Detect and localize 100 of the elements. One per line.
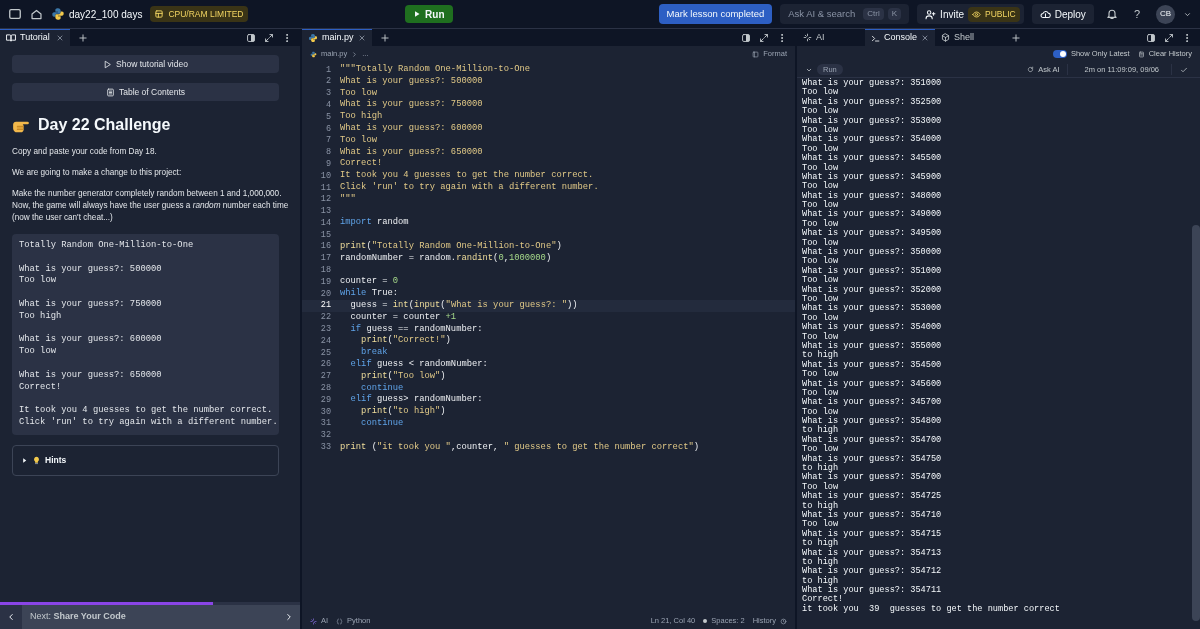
user-avatar[interactable]: CB <box>1156 4 1175 24</box>
code-line: Too high <box>340 111 383 123</box>
output-line: Too low <box>802 388 840 398</box>
split-view-icon[interactable] <box>246 32 256 43</box>
home-icon[interactable] <box>30 7 43 21</box>
code-line: print ("it took you ",counter, " guesses to get the number correct") <box>340 441 699 454</box>
expand-icon[interactable] <box>759 32 769 43</box>
mark-completed-button[interactable]: Mark lesson completed <box>658 4 773 24</box>
output-line: Too low <box>802 276 840 286</box>
line-number: 18 <box>319 264 332 277</box>
sidebar-toggle-icon[interactable] <box>8 7 22 21</box>
code-line: What is your guess?: 650000 <box>340 146 483 159</box>
output-line: What is your guess?: 354713 <box>802 548 943 558</box>
project-name[interactable]: day22_100 days <box>69 6 143 22</box>
chevron-left-icon <box>6 612 16 622</box>
line-number: 4 <box>324 98 332 112</box>
output-line: What is your guess?: 348000 <box>802 191 943 201</box>
chevron-right-icon <box>351 50 359 58</box>
output-line: What is your guess?: 354000 <box>802 323 943 333</box>
scrollbar-thumb[interactable] <box>1192 225 1200 621</box>
invite-button[interactable]: Invite <box>925 6 964 22</box>
line-number: 3 <box>324 87 332 100</box>
output-line: Too low <box>802 407 840 417</box>
output-line: What is your guess?: 354711 <box>802 586 943 596</box>
toggle-switch[interactable] <box>1052 50 1067 58</box>
code-line: elif guess> randomNumber: <box>349 394 483 406</box>
pane-tab[interactable]: AI <box>797 29 865 46</box>
split-view-icon[interactable] <box>741 32 751 43</box>
triangle-icon <box>21 456 28 464</box>
code-line: """Totally Random One-Million-to-One <box>340 64 531 76</box>
check-icon <box>1180 65 1188 74</box>
output-line: What is your guess?: 349000 <box>802 210 943 220</box>
pane-tab[interactable]: Shell <box>935 29 1003 46</box>
plus-icon[interactable] <box>78 32 88 43</box>
close-icon[interactable] <box>56 34 64 42</box>
line-number: 11 <box>319 181 332 195</box>
cube-icon <box>941 33 950 42</box>
output-line: Too low <box>802 295 840 304</box>
challenge-heading: Day 22 Challenge <box>38 115 171 135</box>
pane-tab[interactable]: main.py <box>302 29 372 46</box>
bell-icon[interactable] <box>1105 8 1118 20</box>
line-number: 1 <box>324 63 332 77</box>
line-number: 12 <box>319 193 332 207</box>
output-line: Too low <box>802 88 840 98</box>
plus-icon[interactable] <box>1011 32 1021 43</box>
code-line: What is your guess?: 750000 <box>19 299 163 311</box>
line-number: 13 <box>319 205 332 218</box>
code-line: Click 'run' to try again with a different number. <box>340 181 599 194</box>
code-line: Correct! <box>19 381 63 394</box>
person-plus-icon <box>925 8 937 20</box>
help-button[interactable]: ? <box>1129 5 1144 23</box>
pane-tab[interactable]: Tutorial <box>0 29 70 46</box>
expand-icon[interactable] <box>264 32 274 43</box>
run-button[interactable]: Run <box>405 5 453 23</box>
visibility-badge: PUBLIC <box>968 6 1020 22</box>
output-line: Too low <box>802 144 840 154</box>
plus-icon[interactable] <box>380 32 390 43</box>
contents-icon <box>105 87 115 97</box>
paragraph: Copy and paste your code from Day 18. <box>12 146 158 158</box>
output-line: to high <box>802 464 840 473</box>
code-line: import random <box>340 217 409 230</box>
play-icon <box>413 10 422 18</box>
line-number: 31 <box>319 417 332 431</box>
output-line: to high <box>802 539 840 549</box>
search-field[interactable]: Ask AI & search Ctrl K <box>780 4 910 24</box>
code-line: print("Too low") <box>360 370 446 383</box>
code-line: What is your guess?: 500000 <box>340 75 483 88</box>
expand-icon[interactable] <box>1164 32 1174 43</box>
output-line: What is your guess?: 354710 <box>802 510 943 520</box>
deploy-button[interactable]: Deploy <box>1031 4 1094 24</box>
spark-icon <box>803 33 812 42</box>
output-line: Too low <box>802 257 840 267</box>
output-line: What is your guess?: 349500 <box>802 229 943 239</box>
line-number: 21 <box>319 299 332 313</box>
book-icon <box>6 33 16 43</box>
code-line: Too low <box>340 87 377 99</box>
output-line: What is your guess?: 354715 <box>802 529 943 539</box>
line-number: 14 <box>319 216 332 230</box>
line-number: 22 <box>319 311 332 324</box>
split-view-icon[interactable] <box>1146 32 1156 43</box>
tutorial-button[interactable]: Table of Contents <box>12 83 279 101</box>
tutorial-button[interactable]: Show tutorial video <box>12 55 279 73</box>
code-line: while True: <box>340 288 399 300</box>
pane-tab[interactable]: Console <box>865 29 935 46</box>
hints-toggle[interactable]: Hints <box>12 444 279 476</box>
output-line: Too low <box>802 482 840 492</box>
key-hint: K <box>887 8 902 20</box>
code-line: Too low <box>19 275 57 288</box>
code-line: What is your guess?: 750000 <box>340 99 483 111</box>
close-icon[interactable] <box>358 34 366 42</box>
close-icon[interactable] <box>921 34 929 42</box>
line-number: 5 <box>324 110 332 124</box>
spark-icon <box>310 617 317 625</box>
output-line: What is your guess?: 354500 <box>802 360 943 370</box>
code-line: break <box>360 347 388 359</box>
code-line: elif guess < randomNumber: <box>349 358 488 371</box>
chip-icon <box>154 9 165 19</box>
output-line: to high <box>802 426 840 436</box>
output-line: it took you 39 guesses to get the number correct <box>802 604 1061 615</box>
line-number: 25 <box>319 346 332 360</box>
